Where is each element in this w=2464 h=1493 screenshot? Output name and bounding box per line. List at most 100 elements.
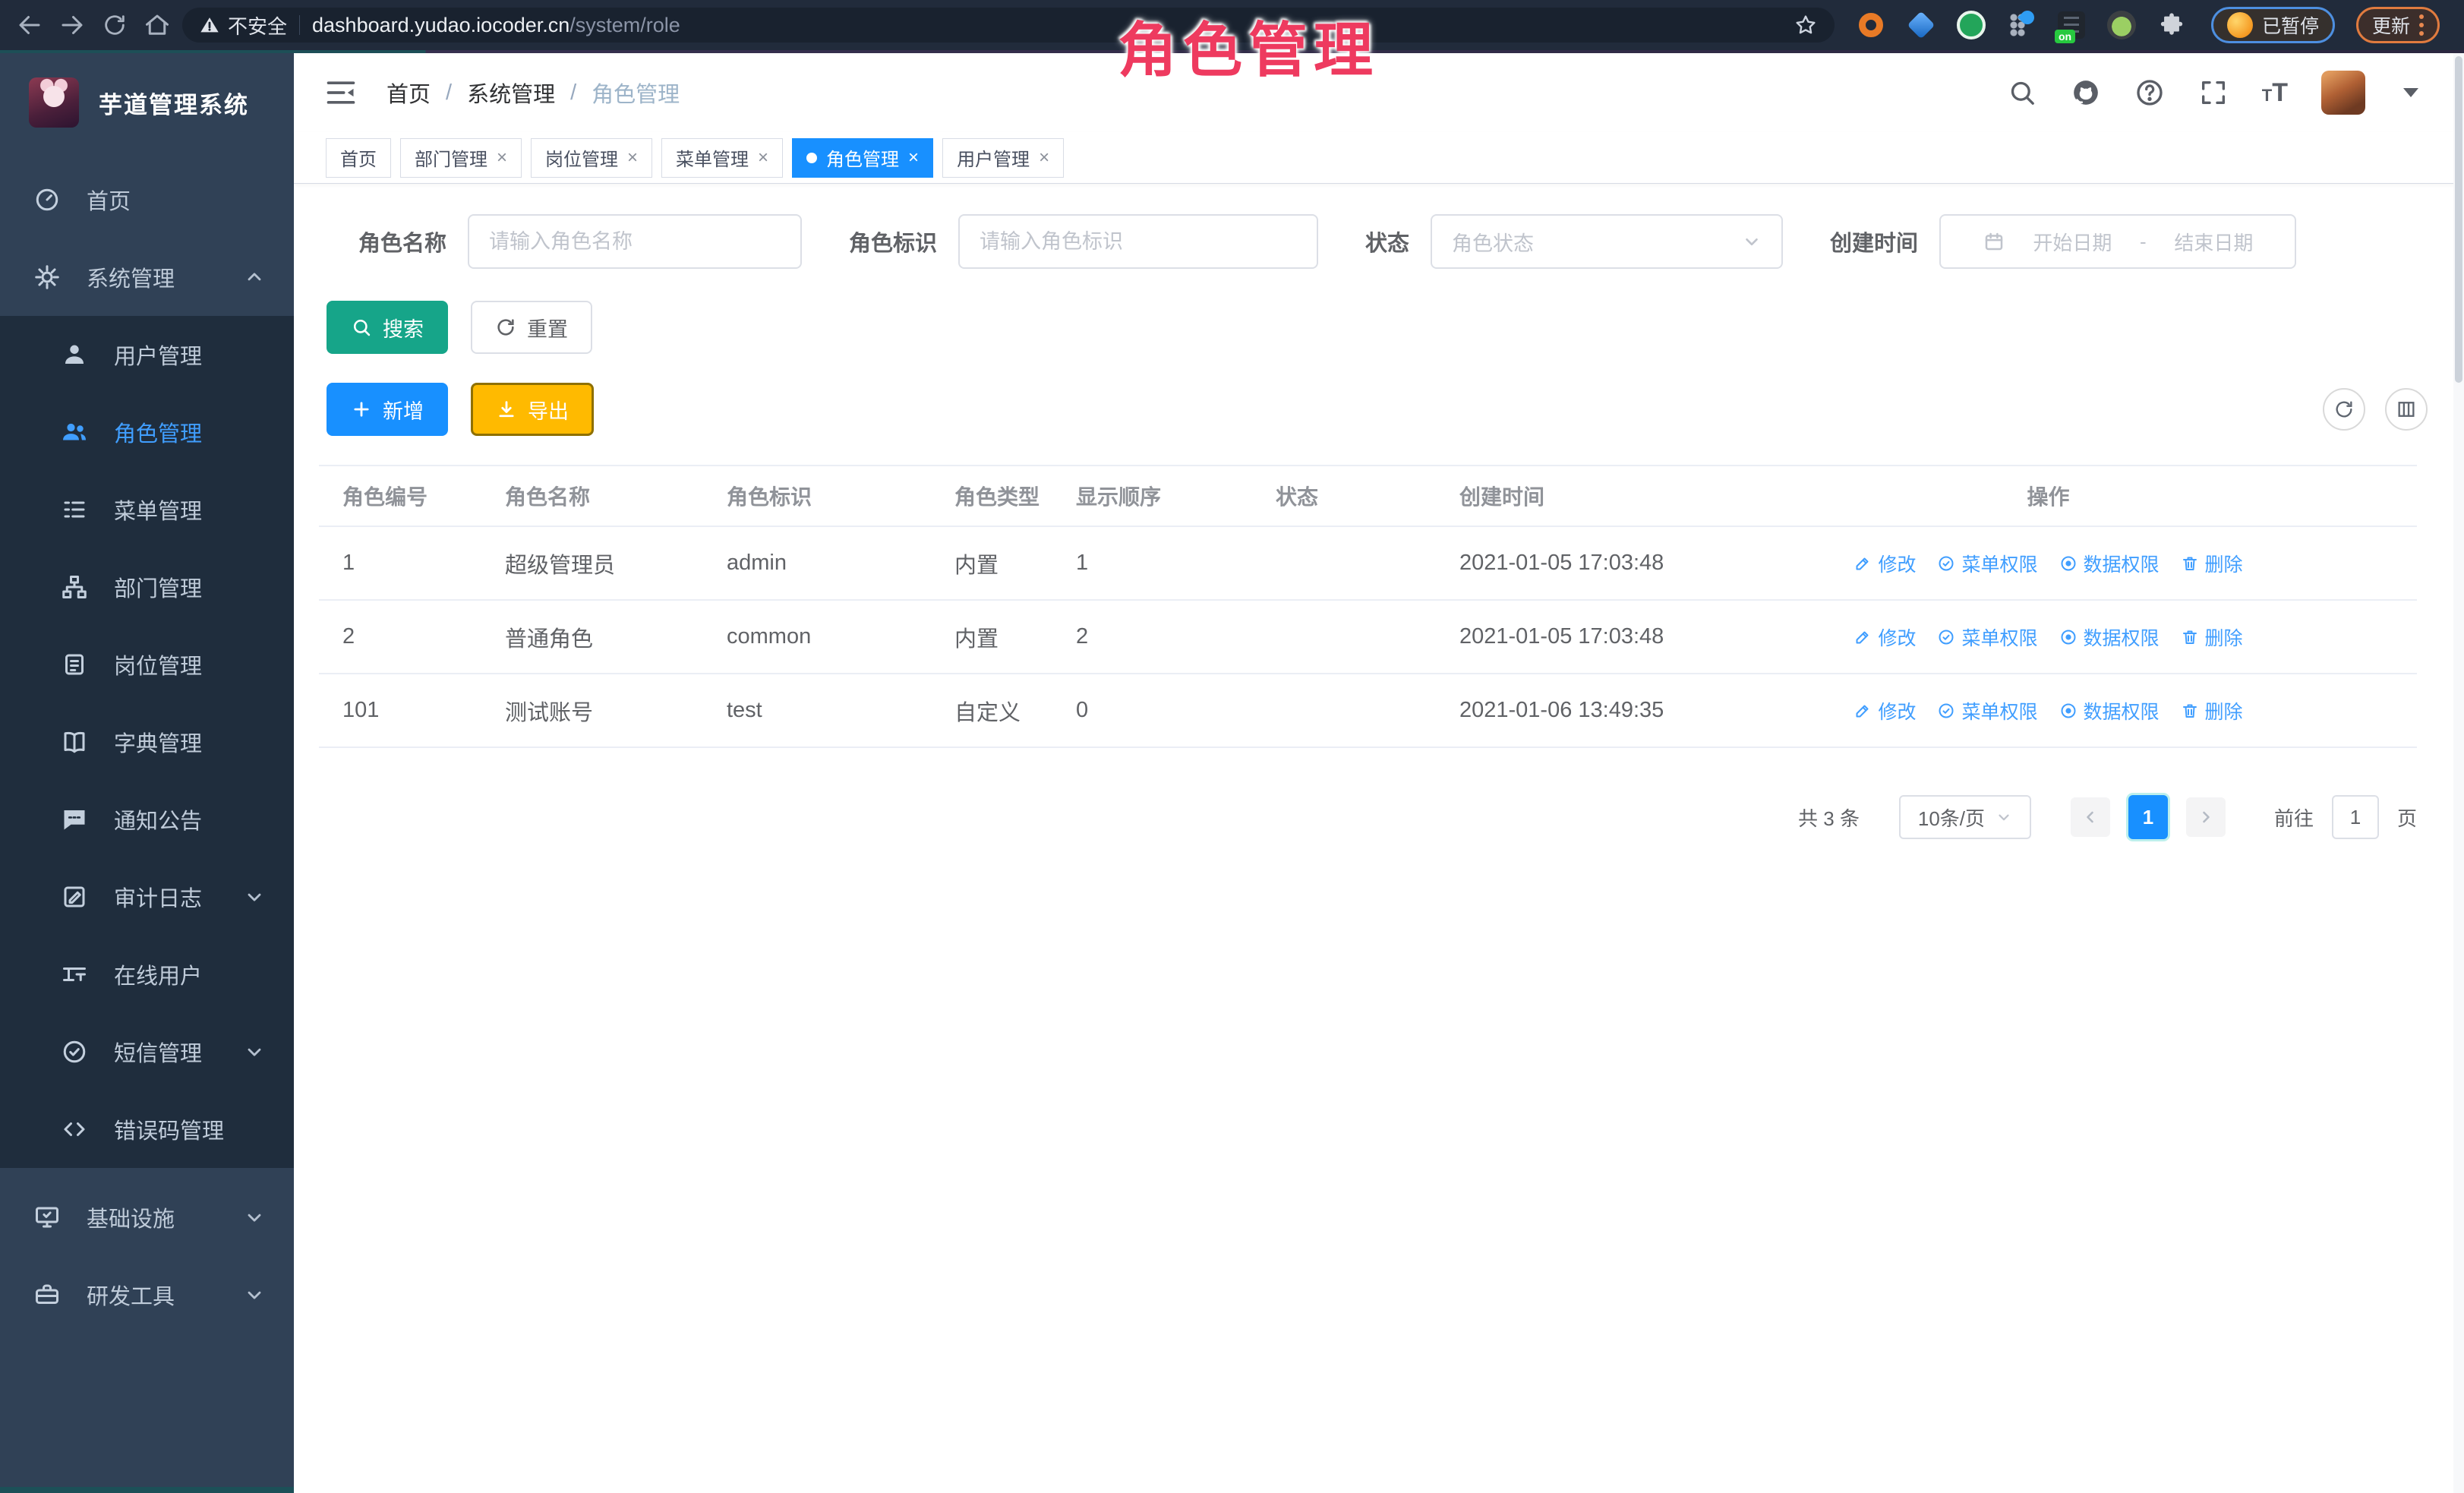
- delete-link[interactable]: 删除: [2181, 697, 2243, 724]
- export-button[interactable]: 导出: [471, 383, 594, 436]
- browser-menu-icon[interactable]: [2419, 14, 2424, 36]
- cell-role-id: 101: [319, 698, 505, 723]
- search-button[interactable]: 搜索: [327, 301, 448, 354]
- sidebar-item-user-mgmt[interactable]: 用户管理: [0, 316, 294, 393]
- column-settings-button[interactable]: [2385, 388, 2428, 431]
- status-select[interactable]: 角色状态: [1431, 214, 1783, 269]
- sidebar-item-dev-tools[interactable]: 研发工具: [0, 1256, 294, 1334]
- next-page-button[interactable]: [2186, 797, 2226, 837]
- close-icon[interactable]: ×: [1039, 149, 1049, 167]
- add-button[interactable]: 新增: [327, 383, 448, 436]
- sidebar-item-online-users[interactable]: 在线用户: [0, 936, 294, 1013]
- delete-link[interactable]: 删除: [2181, 623, 2243, 651]
- profile-paused-badge[interactable]: 已暂停: [2211, 7, 2335, 43]
- tab-user[interactable]: 用户管理×: [942, 138, 1064, 178]
- edit-link[interactable]: 修改: [1854, 550, 1916, 577]
- role-key-input[interactable]: [958, 214, 1318, 269]
- delete-link[interactable]: 删除: [2181, 550, 2243, 577]
- sidebar-item-infrastructure[interactable]: 基础设施: [0, 1179, 294, 1256]
- sidebar-item-menu-mgmt[interactable]: 菜单管理: [0, 471, 294, 548]
- cell-sort: 0: [1076, 698, 1276, 723]
- extension-dark-on-icon[interactable]: on: [2056, 10, 2087, 40]
- cell-created: 2021-01-05 17:03:48: [1459, 624, 1824, 649]
- current-page-button[interactable]: 1: [2128, 795, 2168, 839]
- close-icon[interactable]: ×: [627, 149, 638, 167]
- start-date-placeholder[interactable]: 开始日期: [2033, 228, 2112, 256]
- chevron-up-icon: [244, 267, 265, 288]
- breadcrumb-home[interactable]: 首页: [386, 77, 431, 109]
- sidebar-item-role-mgmt[interactable]: 角色管理: [0, 393, 294, 471]
- col-status: 状态: [1276, 481, 1459, 511]
- address-bar[interactable]: 不安全 dashboard.yudao.iocoder.cn/system/ro…: [182, 8, 1835, 43]
- page-size-select[interactable]: 10条/页: [1899, 795, 2031, 839]
- browser-home-icon[interactable]: [140, 8, 175, 43]
- data-permission-link[interactable]: 数据权限: [2059, 550, 2160, 577]
- browser-update-button[interactable]: 更新: [2356, 7, 2440, 43]
- create-time-range-picker[interactable]: 开始日期 - 结束日期: [1939, 214, 2296, 269]
- avatar-caret-down-icon[interactable]: [2403, 88, 2418, 97]
- close-icon[interactable]: ×: [908, 149, 919, 167]
- table-row: 1 超级管理员 admin 内置 1 2021-01-05 17:03:48 修…: [319, 527, 2417, 601]
- close-icon[interactable]: ×: [497, 149, 507, 167]
- close-icon[interactable]: ×: [758, 149, 768, 167]
- menu-permission-link[interactable]: 菜单权限: [1937, 697, 2037, 724]
- user-avatar[interactable]: [2321, 71, 2365, 115]
- sidebar-item-sms-mgmt[interactable]: 短信管理: [0, 1013, 294, 1091]
- chevron-down-icon: [1995, 809, 2012, 825]
- reset-button[interactable]: 重置: [471, 301, 592, 354]
- tab-dept[interactable]: 部门管理×: [400, 138, 522, 178]
- url-text[interactable]: dashboard.yudao.iocoder.cn/system/role: [312, 14, 680, 37]
- extensions-puzzle-icon[interactable]: [2156, 10, 2187, 40]
- app-title: 芋道管理系统: [99, 86, 249, 120]
- prev-page-button[interactable]: [2071, 797, 2110, 837]
- sidebar-item-error-code[interactable]: 错误码管理: [0, 1091, 294, 1168]
- role-name-input[interactable]: [468, 214, 802, 269]
- browser-forward-icon[interactable]: [55, 8, 90, 43]
- menu-permission-link[interactable]: 菜单权限: [1937, 550, 2037, 577]
- github-icon[interactable]: [2071, 77, 2101, 108]
- data-permission-link[interactable]: 数据权限: [2059, 697, 2160, 724]
- sidebar-item-dict-mgmt[interactable]: 字典管理: [0, 703, 294, 781]
- extension-orange-icon[interactable]: [1856, 10, 1886, 40]
- page-suffix: 页: [2397, 803, 2417, 832]
- extension-grid-icon[interactable]: [2006, 10, 2037, 40]
- search-icon[interactable]: [2007, 77, 2037, 108]
- end-date-placeholder[interactable]: 结束日期: [2174, 228, 2253, 256]
- help-icon[interactable]: [2134, 77, 2165, 108]
- sidebar-item-system[interactable]: 系统管理: [0, 238, 294, 316]
- breadcrumb-system[interactable]: 系统管理: [467, 77, 555, 109]
- paused-label: 已暂停: [2262, 11, 2319, 39]
- extension-monkey-icon[interactable]: [2106, 10, 2137, 40]
- browser-scrollbar[interactable]: [2453, 53, 2464, 1493]
- sidebar-item-home[interactable]: 首页: [0, 161, 294, 238]
- chevron-down-icon: [244, 886, 265, 907]
- edit-link[interactable]: 修改: [1854, 623, 1916, 651]
- sidebar-item-audit-log[interactable]: 审计日志: [0, 858, 294, 936]
- extension-green-icon[interactable]: [1956, 10, 1986, 40]
- browser-reload-icon[interactable]: [97, 8, 132, 43]
- browser-back-icon[interactable]: [12, 8, 47, 43]
- sidebar-item-notice[interactable]: 通知公告: [0, 781, 294, 858]
- sidebar-item-dept-mgmt[interactable]: 部门管理: [0, 548, 294, 626]
- edit-link[interactable]: 修改: [1854, 697, 1916, 724]
- tab-home[interactable]: 首页: [326, 138, 391, 178]
- hamburger-icon[interactable]: [324, 76, 358, 109]
- security-warning[interactable]: 不安全: [199, 11, 287, 39]
- refresh-table-button[interactable]: [2323, 388, 2365, 431]
- fullscreen-icon[interactable]: [2198, 77, 2229, 108]
- tab-post[interactable]: 岗位管理×: [531, 138, 652, 178]
- scrollbar-thumb[interactable]: [2455, 56, 2462, 383]
- menu-permission-link[interactable]: 菜单权限: [1937, 623, 2037, 651]
- tab-menu[interactable]: 菜单管理×: [661, 138, 783, 178]
- goto-page-input[interactable]: [2332, 795, 2379, 839]
- tab-label: 角色管理: [826, 144, 899, 171]
- bookmark-star-icon[interactable]: [1794, 13, 1818, 37]
- extension-gem-icon[interactable]: [1906, 10, 1936, 40]
- app-logo-block[interactable]: 芋道管理系统: [0, 53, 294, 147]
- data-permission-link[interactable]: 数据权限: [2059, 623, 2160, 651]
- url-host: dashboard.yudao.iocoder.cn: [312, 14, 569, 36]
- tab-role[interactable]: 角色管理 ×: [792, 138, 933, 178]
- font-size-icon[interactable]: TT: [2262, 78, 2288, 108]
- table-header-row: 角色编号 角色名称 角色标识 角色类型 显示顺序 状态 创建时间 操作: [319, 466, 2417, 527]
- sidebar-item-post-mgmt[interactable]: 岗位管理: [0, 626, 294, 703]
